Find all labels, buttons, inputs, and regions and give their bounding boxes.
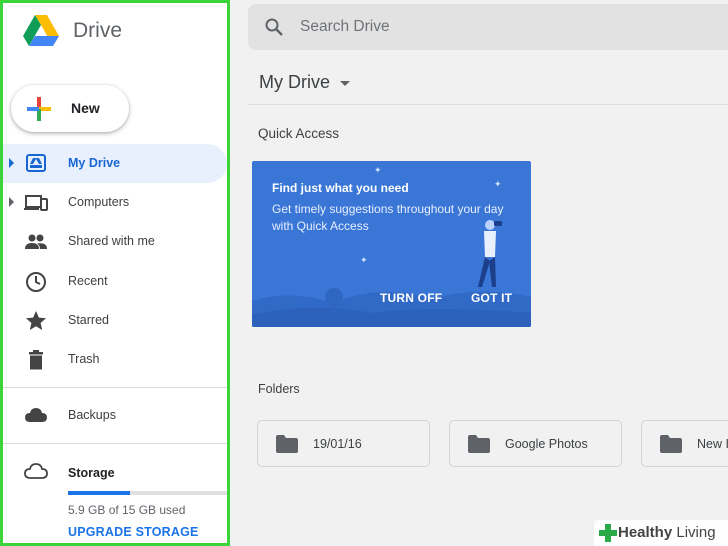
new-button-label: New [71, 100, 100, 116]
new-button[interactable]: New [11, 85, 129, 132]
storage-section[interactable]: Storage 5.9 GB of 15 GB used UPGRADE STO… [3, 453, 227, 543]
header-divider [248, 104, 728, 105]
search-input[interactable] [300, 16, 700, 38]
sidebar-item-trash[interactable]: Trash [3, 340, 227, 379]
expand-caret-icon[interactable] [9, 158, 14, 168]
watermark-text: Healthy Living [618, 524, 716, 541]
sidebar: Drive New My Drive Computers Shared with… [0, 0, 230, 546]
sidebar-item-recent[interactable]: Recent [3, 262, 227, 301]
healthy-living-logo-icon [599, 524, 617, 542]
search-bar[interactable] [248, 4, 728, 50]
watermark-brand-b: Living [672, 524, 716, 541]
trash-icon [29, 349, 43, 370]
quick-access-heading: Quick Access [258, 126, 340, 141]
folder-icon [660, 435, 682, 453]
expand-caret-icon[interactable] [9, 197, 14, 208]
sidebar-item-label: Starred [68, 312, 109, 327]
sidebar-item-starred[interactable]: Starred [3, 301, 227, 340]
sidebar-item-shared-with-me[interactable]: Shared with me [3, 222, 227, 261]
sidebar-item-label: Trash [68, 351, 100, 366]
shared-icon [25, 234, 47, 250]
drive-logo[interactable]: Drive [23, 15, 122, 47]
sparkle-icon: ✦ [374, 165, 382, 175]
storage-used-text: 5.9 GB of 15 GB used [68, 503, 186, 517]
got-it-button[interactable]: GOT IT [471, 291, 512, 305]
folder-icon [468, 435, 490, 453]
cloud-outline-icon [24, 463, 48, 479]
healthy-living-watermark: Healthy Living [594, 520, 728, 546]
watermark-brand-a: Healthy [618, 524, 673, 541]
sidebar-nav: My Drive Computers Shared with me Recent… [3, 144, 227, 379]
quick-access-card-title: Find just what you need [272, 181, 409, 195]
folder-item[interactable]: Google Photos [449, 420, 622, 467]
storage-progress-fill [68, 491, 130, 495]
cloud-icon [25, 408, 47, 422]
sidebar-item-label: Backups [68, 408, 116, 422]
storage-title: Storage [68, 466, 115, 480]
folder-icon [276, 435, 298, 453]
person-with-binoculars-illustration [478, 220, 502, 287]
search-icon[interactable] [264, 17, 284, 37]
plus-icon [27, 97, 51, 121]
sparkle-icon: ✦ [360, 255, 368, 265]
sidebar-item-my-drive[interactable]: My Drive [3, 144, 227, 184]
sidebar-item-label: My Drive [68, 156, 121, 170]
chevron-down-icon [340, 81, 350, 86]
computers-icon [24, 195, 48, 212]
folder-name: 19/01/16 [313, 437, 362, 451]
folder-name: Google Photos [505, 437, 588, 451]
sidebar-item-label: Recent [68, 273, 108, 288]
sidebar-divider [3, 443, 227, 444]
sidebar-item-label: Shared with me [68, 234, 155, 249]
star-icon [26, 310, 46, 330]
app-title: Drive [73, 19, 123, 42]
turn-off-button[interactable]: TURN OFF [380, 291, 442, 305]
quick-access-card: ✦ ✦ ✦ Find just what you need Get timely… [252, 161, 531, 327]
sidebar-item-computers[interactable]: Computers [3, 183, 227, 222]
folders-heading: Folders [258, 382, 300, 396]
google-drive-logo-icon [23, 15, 59, 46]
my-drive-icon [26, 154, 46, 172]
upgrade-storage-link[interactable]: UPGRADE STORAGE [68, 525, 199, 539]
sparkle-icon: ✦ [494, 179, 502, 189]
sidebar-divider [3, 387, 227, 388]
clock-icon [26, 271, 46, 292]
folder-item[interactable]: New I [641, 420, 728, 467]
folder-item[interactable]: 19/01/16 [257, 420, 430, 467]
page-title: My Drive [259, 72, 330, 92]
sidebar-item-label: Computers [68, 195, 130, 210]
storage-progress-bar [68, 491, 227, 495]
folder-name: New I [697, 437, 728, 451]
my-drive-dropdown[interactable]: My Drive [259, 72, 350, 93]
sidebar-item-backups[interactable]: Backups [3, 395, 227, 435]
